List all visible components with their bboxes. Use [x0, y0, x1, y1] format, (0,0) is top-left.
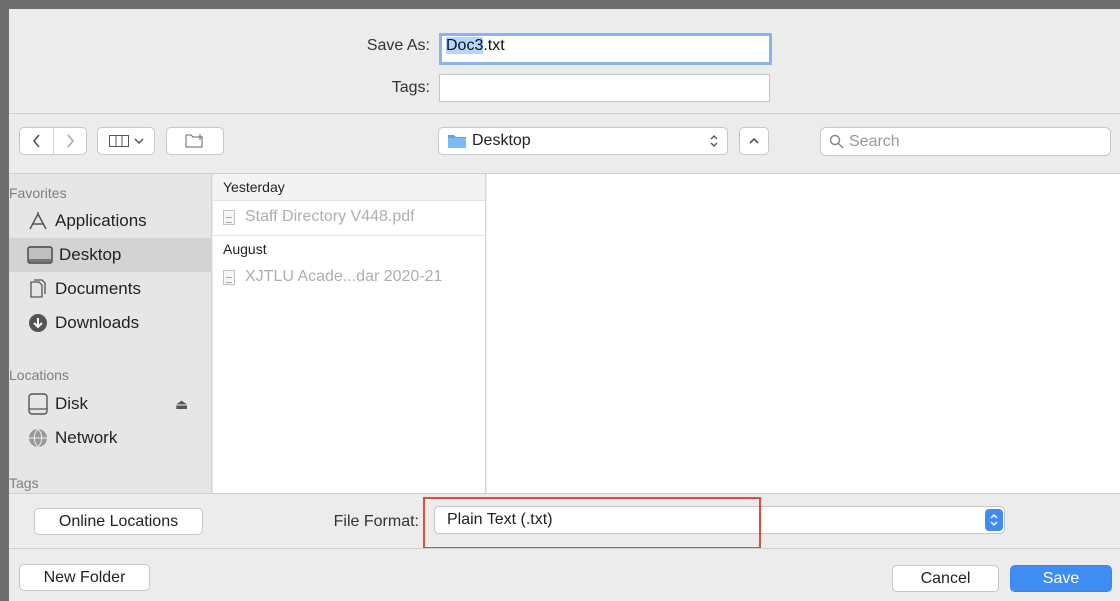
network-icon — [27, 427, 49, 449]
applications-icon — [27, 210, 49, 232]
sidebar-item-desktop[interactable]: Desktop — [9, 238, 212, 272]
sidebar-item-disk[interactable]: Disk ⏏ — [9, 387, 212, 421]
column-view-icon — [108, 135, 129, 147]
sidebar-item-applications[interactable]: Applications — [9, 204, 212, 238]
save-button[interactable]: Save — [1010, 565, 1112, 592]
desktop-icon — [27, 244, 53, 266]
list-item[interactable]: XJTLU Acade...dar 2020-21 — [213, 262, 485, 292]
bottom-divider — [9, 493, 1120, 494]
eject-icon[interactable]: ⏏ — [175, 396, 188, 413]
cancel-button[interactable]: Cancel — [892, 565, 999, 592]
sidebar-item-label: Desktop — [59, 245, 122, 264]
chevron-left-icon — [32, 134, 40, 148]
document-icon — [223, 209, 235, 225]
tags-input[interactable] — [439, 74, 770, 102]
footer-divider — [9, 548, 1120, 549]
sidebar-item-label: Downloads — [55, 313, 140, 332]
file-format-label: File Format: — [333, 513, 419, 530]
list-item[interactable]: Staff Directory V448.pdf — [213, 202, 485, 232]
downloads-icon — [27, 312, 49, 334]
sidebar-header-tags: Tags — [9, 475, 39, 491]
filename-extension: .txt — [483, 37, 505, 54]
filename-input[interactable]: Doc3.txt — [439, 33, 772, 65]
sidebar-item-network[interactable]: Network — [9, 421, 212, 455]
search-field[interactable]: Search — [820, 127, 1111, 156]
document-icon — [223, 269, 235, 285]
disk-icon — [27, 393, 49, 415]
sidebar-item-label: Documents — [55, 279, 141, 298]
new-folder-button[interactable]: New Folder — [19, 564, 150, 591]
top-divider — [9, 113, 1120, 114]
sidebar-item-downloads[interactable]: Downloads — [9, 306, 212, 340]
filename-selected-text: Doc3 — [446, 37, 484, 54]
sidebar: Favorites Applications Desktop Documents… — [9, 174, 212, 493]
search-icon — [829, 134, 844, 149]
back-forward-buttons — [19, 127, 87, 155]
sidebar-item-label: Network — [55, 428, 118, 447]
group-header-yesterday: Yesterday — [213, 174, 485, 201]
new-folder-toolbar-button[interactable] — [166, 127, 224, 155]
sidebar-header-locations: Locations — [9, 367, 69, 383]
documents-icon — [27, 278, 49, 300]
forward-button[interactable] — [53, 128, 86, 154]
sidebar-item-label: Disk — [55, 394, 89, 413]
sidebar-item-label: Applications — [55, 211, 147, 230]
chevron-right-icon — [67, 134, 75, 148]
online-locations-button[interactable]: Online Locations — [34, 508, 203, 535]
view-mode-button[interactable] — [97, 127, 155, 155]
annotation-highlight-box — [423, 497, 761, 549]
tags-label: Tags: — [391, 79, 430, 96]
folder-plus-icon — [185, 134, 203, 148]
sidebar-header-favorites: Favorites — [9, 185, 67, 201]
preview-pane — [487, 174, 1120, 493]
file-name: Staff Directory V448.pdf — [245, 208, 415, 225]
group-header-august: August — [213, 235, 485, 262]
back-button[interactable] — [20, 128, 53, 154]
collapse-button[interactable] — [739, 127, 769, 155]
file-name: XJTLU Acade...dar 2020-21 — [245, 268, 443, 285]
location-label: Desktop — [472, 132, 531, 149]
search-placeholder: Search — [849, 132, 900, 150]
location-popup[interactable]: Desktop — [438, 127, 728, 155]
up-down-chevron-icon — [710, 135, 718, 147]
chevron-up-icon — [749, 137, 759, 144]
folder-icon — [448, 135, 466, 148]
sidebar-item-documents[interactable]: Documents — [9, 272, 212, 306]
up-down-chevron-icon — [985, 509, 1003, 531]
file-list-column: Yesterday Staff Directory V448.pdf Augus… — [213, 174, 486, 493]
save-as-label: Save As: — [366, 37, 430, 54]
save-dialog: Save As: Doc3.txt Tags: Desktop Search F… — [9, 9, 1120, 601]
chevron-down-icon — [133, 138, 144, 145]
